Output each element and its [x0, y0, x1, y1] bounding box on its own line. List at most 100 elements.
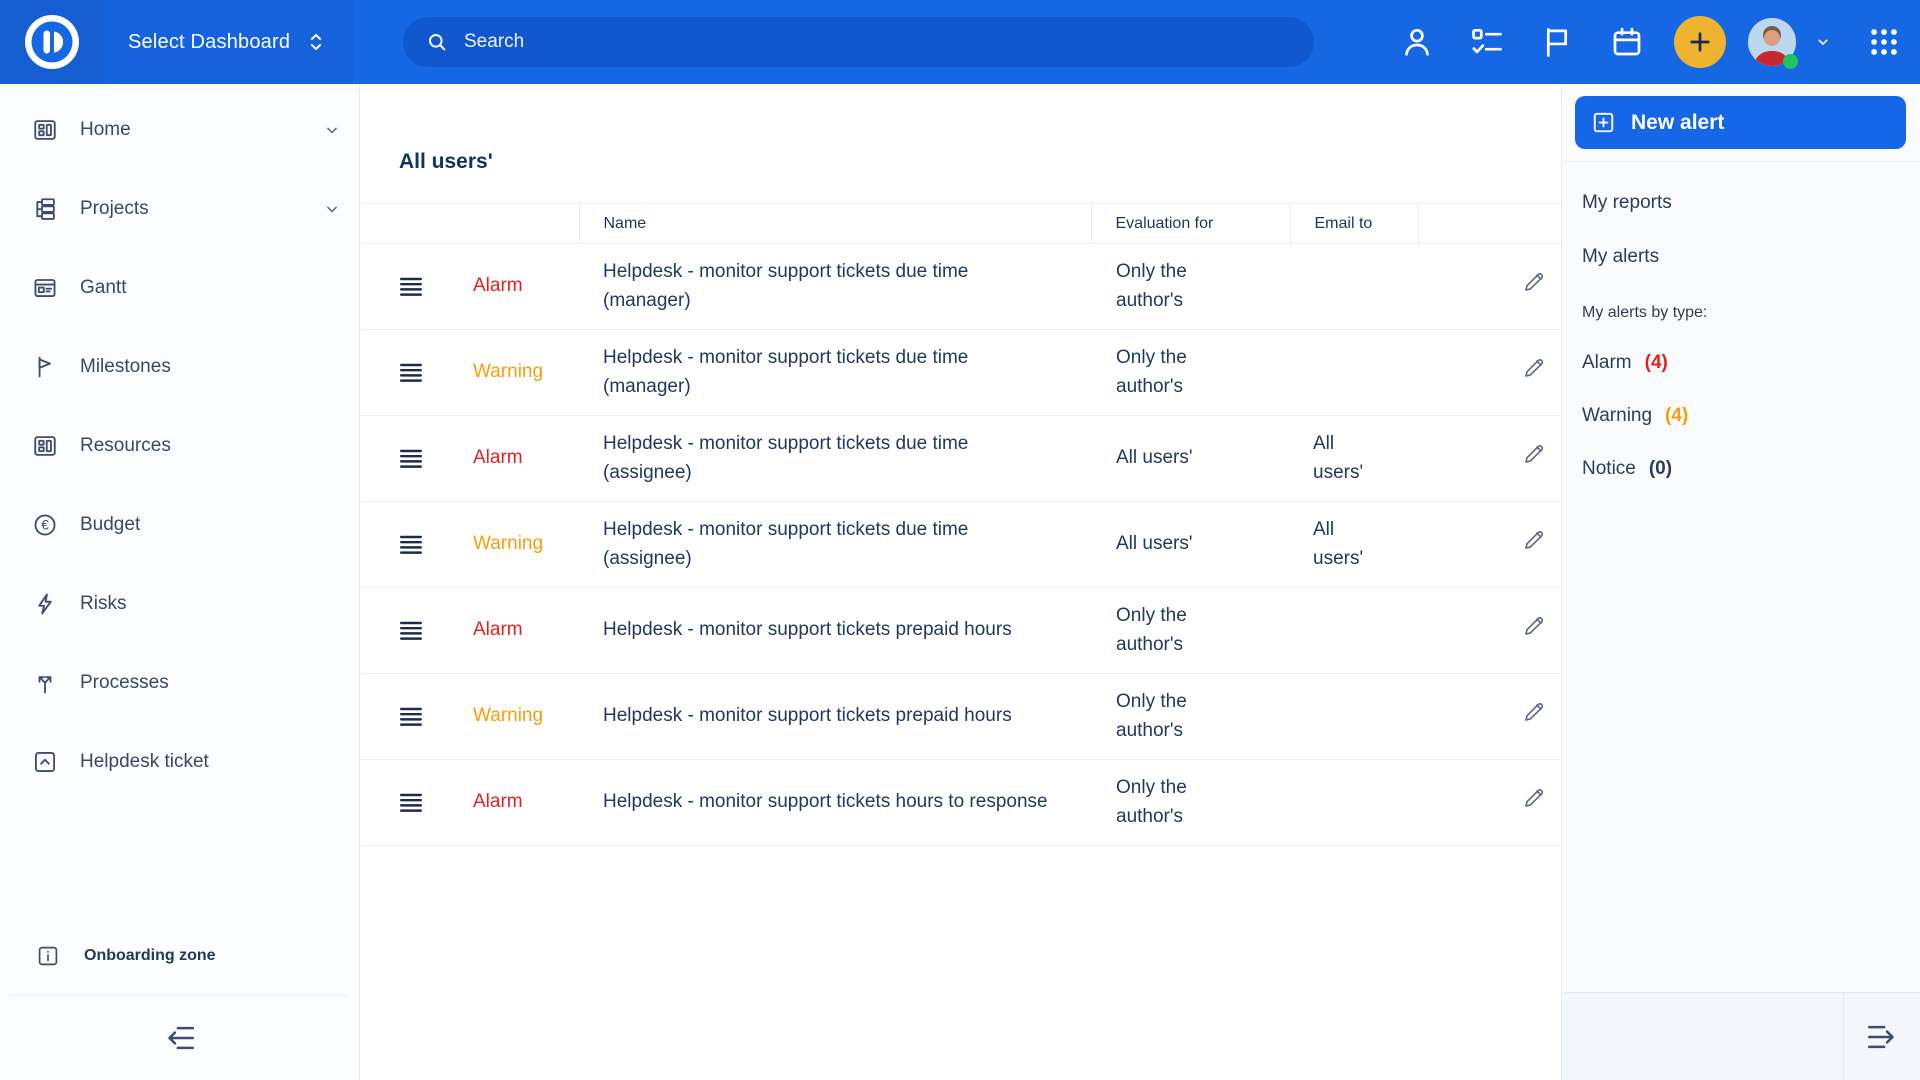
alert-name: Helpdesk - monitor support tickets due t… [603, 519, 969, 569]
sidebar-item-label: Onboarding zone [84, 946, 216, 964]
updown-chevrons-icon [303, 29, 329, 55]
alert-name: Helpdesk - monitor support tickets prepa… [603, 705, 1012, 727]
table-row[interactable]: Alarm Helpdesk - monitor support tickets… [361, 415, 1561, 502]
alert-name: Helpdesk - monitor support tickets due t… [603, 433, 969, 483]
edit-pencil-icon[interactable] [1521, 785, 1547, 811]
type-count-row[interactable]: Warning (4) [1562, 389, 1920, 442]
table-body: Alarm Helpdesk - monitor support tickets… [361, 243, 1561, 846]
alert-name: Helpdesk - monitor support tickets prepa… [603, 619, 1012, 641]
split-arrows-icon [32, 670, 58, 696]
projects-tree-icon [32, 196, 58, 222]
user-avatar[interactable] [1748, 18, 1798, 69]
type-count-label: Alarm [1582, 351, 1632, 373]
todo-list-icon[interactable] [1469, 24, 1505, 60]
dashboard-selector[interactable]: Select Dashboard [104, 0, 353, 84]
evaluation-for-value: Only the author's [1116, 691, 1187, 741]
chevron-down-icon[interactable] [322, 199, 342, 219]
edit-pencil-icon[interactable] [1521, 269, 1547, 295]
sidebar-item-milestones[interactable]: Milestones [0, 327, 359, 406]
sidebar: Home Projects Gantt Milestones Resources… [0, 84, 360, 1080]
edit-pencil-icon[interactable] [1521, 613, 1547, 639]
quick-add-button[interactable] [1674, 16, 1726, 68]
sidebar-item-label: Risks [80, 592, 127, 614]
gantt-icon [32, 275, 58, 301]
edit-pencil-icon[interactable] [1521, 527, 1547, 553]
drag-handle-icon[interactable] [397, 790, 425, 816]
search-bar[interactable] [403, 17, 1314, 67]
type-count-list: Alarm (4) Warning (4) Notice (0) [1562, 336, 1920, 495]
type-count-row[interactable]: Notice (0) [1562, 442, 1920, 495]
severity-label: Alarm [473, 791, 523, 813]
info-square-icon [36, 944, 60, 968]
column-header-evaluation-for: Evaluation for [1090, 203, 1290, 244]
drag-handle-icon[interactable] [397, 446, 425, 472]
sidebar-item-label: Projects [80, 197, 149, 219]
type-count-value: (0) [1648, 457, 1673, 479]
edit-pencil-icon[interactable] [1521, 441, 1547, 467]
sidebar-item-onboarding-zone[interactable]: Onboarding zone [0, 916, 359, 995]
edit-pencil-icon[interactable] [1521, 355, 1547, 381]
sidebar-item-gantt[interactable]: Gantt [0, 248, 359, 327]
sidebar-item-home[interactable]: Home [0, 90, 359, 169]
severity-label: Alarm [473, 619, 523, 641]
user-icon[interactable] [1399, 24, 1435, 60]
milestone-flag-icon [32, 354, 58, 380]
severity-label: Warning [473, 705, 544, 727]
avatar-chevron-down-icon[interactable] [1812, 31, 1834, 53]
type-count-row[interactable]: Alarm (4) [1562, 336, 1920, 389]
severity-label: Warning [473, 361, 544, 383]
plus-icon [1685, 27, 1715, 57]
flag-icon[interactable] [1539, 24, 1575, 60]
sidebar-item-label: Home [80, 118, 131, 140]
sidebar-item-label: Milestones [80, 355, 171, 377]
table-row[interactable]: Warning Helpdesk - monitor support ticke… [361, 501, 1561, 588]
table-row[interactable]: Alarm Helpdesk - monitor support tickets… [361, 759, 1561, 846]
sidebar-item-helpdesk-ticket[interactable]: Helpdesk ticket [0, 722, 359, 801]
sidebar-item-budget[interactable]: € Budget [0, 485, 359, 564]
alerts-by-type-label: My alerts by type: [1582, 304, 1708, 321]
euro-circle-icon: € [32, 512, 58, 538]
search-icon [425, 30, 449, 54]
drag-handle-icon[interactable] [397, 618, 425, 644]
drag-handle-icon[interactable] [397, 532, 425, 558]
sidebar-footer [0, 996, 359, 1080]
link-my-alerts[interactable]: My alerts [1562, 230, 1920, 284]
collapse-sidebar-icon[interactable] [162, 1020, 198, 1056]
evaluation-for-value: Only the author's [1116, 261, 1187, 311]
calendar-icon[interactable] [1609, 24, 1645, 60]
panel-footer-toggle-cell [1843, 993, 1920, 1080]
table-header-row: Name Evaluation for Email to [361, 203, 1561, 244]
edit-pencil-icon[interactable] [1521, 699, 1547, 725]
new-alert-label: New alert [1631, 110, 1725, 134]
app-logo[interactable] [0, 0, 104, 84]
table-row[interactable]: Warning Helpdesk - monitor support ticke… [361, 673, 1561, 760]
sidebar-item-label: Helpdesk ticket [80, 750, 209, 772]
sidebar-item-resources[interactable]: Resources [0, 406, 359, 485]
sidebar-item-projects[interactable]: Projects [0, 169, 359, 248]
table-row[interactable]: Warning Helpdesk - monitor support ticke… [361, 329, 1561, 416]
evaluation-for-value: All users' [1116, 447, 1193, 469]
resources-icon [32, 433, 58, 459]
table-row[interactable]: Alarm Helpdesk - monitor support tickets… [361, 243, 1561, 330]
sidebar-item-label: Processes [80, 671, 169, 693]
new-alert-button[interactable]: New alert [1575, 96, 1906, 149]
collapse-panel-icon[interactable] [1864, 1019, 1900, 1055]
drag-handle-icon[interactable] [397, 360, 425, 386]
page-title: All users' [399, 150, 493, 173]
drag-handle-icon[interactable] [397, 704, 425, 730]
sidebar-item-risks[interactable]: Risks [0, 564, 359, 643]
evaluation-for-value: Only the author's [1116, 777, 1187, 827]
table-row[interactable]: Alarm Helpdesk - monitor support tickets… [361, 587, 1561, 674]
link-my-reports[interactable]: My reports [1562, 176, 1920, 230]
chevron-up-square-icon [32, 749, 58, 775]
alert-name: Helpdesk - monitor support tickets due t… [603, 261, 969, 311]
search-input[interactable] [462, 30, 1292, 54]
chevron-down-icon[interactable] [322, 120, 342, 140]
drag-handle-icon[interactable] [397, 274, 425, 300]
sidebar-item-label: Budget [80, 513, 141, 535]
apps-grid-icon[interactable] [1866, 24, 1902, 60]
sidebar-item-processes[interactable]: Processes [0, 643, 359, 722]
panel-footer [1562, 992, 1920, 1080]
column-header-email-to: Email to [1289, 203, 1418, 244]
